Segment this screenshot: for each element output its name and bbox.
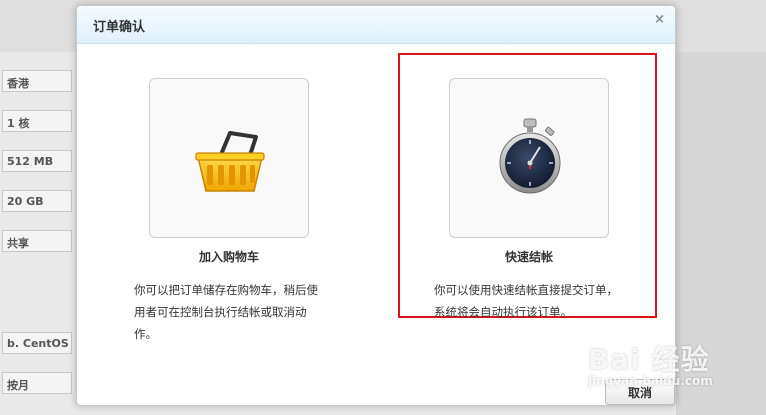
- quick-checkout-description: 你可以使用快速结帐直接提交订单，系统将会自动执行该订单。: [434, 283, 618, 319]
- watermark-text: Bai 经验: [588, 343, 710, 376]
- add-to-cart-title: 加入购物车: [198, 250, 259, 264]
- stopwatch-icon: [499, 118, 561, 194]
- dialog-header: 订单确认 ×: [77, 6, 675, 44]
- close-icon[interactable]: ×: [654, 12, 665, 27]
- disk-field[interactable]: 20 GB: [2, 190, 72, 212]
- baidu-jingyan-watermark: Bai 经验 jingyan.baidu.com: [588, 338, 713, 388]
- add-to-cart-description: 你可以把订单储存在购物车，稍后使用者可在控制台执行结帐或取消动作。: [134, 283, 318, 341]
- billing-period-field[interactable]: 按月: [2, 372, 72, 394]
- add-to-cart-tile[interactable]: [149, 78, 309, 238]
- memory-field[interactable]: 512 MB: [2, 150, 72, 172]
- watermark-subtext: jingyan.baidu.com: [588, 374, 713, 388]
- cpu-field[interactable]: 1 核: [2, 110, 72, 132]
- quick-checkout-option[interactable]: 快速结帐 你可以使用快速结帐直接提交订单，系统将会自动执行该订单。: [399, 78, 659, 323]
- quick-checkout-title: 快速结帐: [504, 250, 553, 264]
- dialog-title: 订单确认: [93, 20, 146, 35]
- shopping-basket-icon: [195, 131, 265, 192]
- bandwidth-field[interactable]: 共享: [2, 230, 72, 252]
- add-to-cart-option[interactable]: 加入购物车 你可以把订单储存在购物车，稍后使用者可在控制台执行结帐或取消动作。: [99, 78, 359, 345]
- order-confirm-dialog: 订单确认 × 加入购物车 你可以把订单储存在购物车，稍后使用者可在控制台执行结帐…: [76, 5, 676, 406]
- os-field[interactable]: b. CentOS 6.3: [2, 332, 72, 354]
- region-field[interactable]: 香港: [2, 70, 72, 92]
- quick-checkout-tile[interactable]: [449, 78, 609, 238]
